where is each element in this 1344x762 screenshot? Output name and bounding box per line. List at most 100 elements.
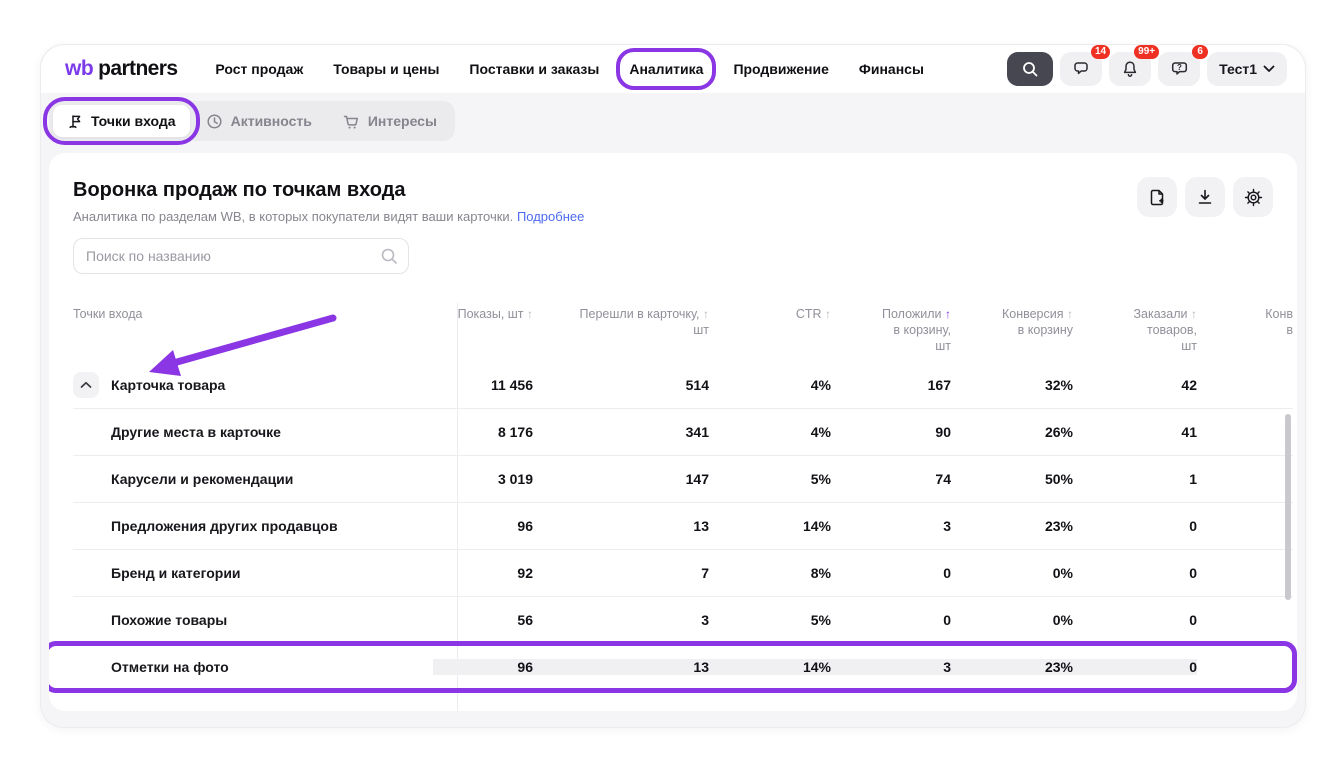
nav-item-promotion[interactable]: Продвижение	[733, 55, 828, 83]
main-nav: Рост продаж Товары и цены Поставки и зак…	[215, 55, 924, 83]
collapse-row-button[interactable]	[73, 372, 99, 398]
svg-text:?: ?	[1177, 63, 1182, 72]
nav-item-finance[interactable]: Финансы	[859, 55, 924, 83]
cell-views: 3 019	[433, 471, 533, 487]
row-name: Карточка товара	[111, 377, 225, 393]
tab-activity[interactable]: Активность	[192, 105, 326, 137]
cell-ctr: 8%	[709, 565, 831, 581]
col-header-views[interactable]: Показы, шт ↑	[433, 304, 533, 322]
search-icon	[1021, 60, 1039, 78]
nav-item-sales-growth[interactable]: Рост продаж	[215, 55, 303, 83]
content-card: Воронка продаж по точкам входа Аналитика…	[49, 153, 1297, 711]
search-button[interactable]	[1007, 52, 1053, 86]
more-link[interactable]: Подробнее	[517, 209, 584, 224]
row-name: Отметки на фото	[73, 659, 433, 675]
col-header-cart-conversion[interactable]: Конверсия ↑ в корзину	[951, 304, 1073, 338]
table-row-brand-categories[interactable]: Бренд и категории 92 7 8% 0 0% 0	[73, 550, 1293, 597]
cell-card-opens: 341	[533, 424, 709, 440]
search-input[interactable]	[73, 238, 409, 274]
create-report-button[interactable]	[1137, 177, 1177, 217]
cell-cart-adds: 167	[831, 377, 951, 393]
tab-interests[interactable]: Интересы	[328, 105, 451, 137]
tab-entry-points[interactable]: Точки входа	[53, 105, 190, 137]
col-header-order-conversion-clipped[interactable]: Конв в	[1197, 304, 1293, 338]
search-box	[73, 238, 409, 274]
cell-ordered: 0	[1073, 518, 1197, 534]
cell-cart-adds: 90	[831, 424, 951, 440]
cell-views: 56	[433, 612, 533, 628]
cell-ordered: 42	[1073, 377, 1197, 393]
cell-views: 96	[433, 659, 533, 675]
cell-card-opens: 13	[533, 659, 709, 675]
row-name: Карусели и рекомендации	[73, 471, 433, 487]
cell-ordered: 0	[1073, 612, 1197, 628]
card-toolbar	[1137, 177, 1273, 217]
cell-cart-adds: 74	[831, 471, 951, 487]
table-row-other-sellers[interactable]: Предложения других продавцов 96 13 14% 3…	[73, 503, 1293, 550]
col-header-ordered[interactable]: Заказали ↑ товаров, шт	[1073, 304, 1197, 354]
cell-card-opens: 3	[533, 612, 709, 628]
col-header-card-opens[interactable]: Перешли в карточку, ↑ шт	[533, 304, 709, 338]
cell-ctr: 4%	[709, 377, 831, 393]
nav-item-goods-prices[interactable]: Товары и цены	[333, 55, 439, 83]
table-header: Точки входа Показы, шт ↑ Перешли в карто…	[73, 304, 1293, 362]
brand-logo-partners: partners	[98, 57, 177, 81]
section-tabs: Точки входа Активность	[49, 101, 455, 141]
chevron-down-icon	[1263, 65, 1275, 73]
table-row-similar-goods[interactable]: Похожие товары 56 3 5% 0 0% 0	[73, 597, 1293, 644]
brand-logo[interactable]: wb partners	[65, 57, 177, 81]
help-button[interactable]: ? 6	[1158, 52, 1200, 86]
table-row-photo-tags[interactable]: Отметки на фото 96 13 14% 3 23% 0	[73, 644, 1293, 691]
settings-button[interactable]	[1233, 177, 1273, 217]
chevron-up-icon	[80, 381, 92, 389]
download-button[interactable]	[1185, 177, 1225, 217]
entry-points-icon	[67, 113, 83, 130]
account-menu[interactable]: Тест1	[1207, 52, 1287, 86]
download-icon	[1196, 188, 1214, 206]
row-name: Бренд и категории	[73, 565, 433, 581]
table-row-product-card[interactable]: Карточка товара 11 456 514 4% 167 32% 42	[73, 362, 1293, 409]
col-header-ctr[interactable]: CTR ↑	[709, 304, 831, 322]
cell-ordered: 0	[1073, 659, 1197, 675]
nav-item-supplies-orders[interactable]: Поставки и заказы	[469, 55, 599, 83]
cell-ctr: 14%	[709, 659, 831, 675]
cell-cart-conversion: 32%	[951, 377, 1073, 393]
clock-icon	[206, 113, 223, 130]
notifications-button[interactable]: 99+	[1109, 52, 1151, 86]
bell-icon	[1121, 60, 1139, 79]
col-header-entry-points[interactable]: Точки входа	[73, 304, 433, 322]
app-window: wb partners Рост продаж Товары и цены По…	[40, 44, 1306, 728]
cell-views: 96	[433, 518, 533, 534]
cell-cart-adds: 0	[831, 612, 951, 628]
cell-cart-conversion: 23%	[951, 659, 1073, 675]
page-title: Воронка продаж по точкам входа	[73, 179, 1273, 202]
topbar-actions: 14 99+ ?	[1007, 52, 1287, 86]
cell-card-opens: 147	[533, 471, 709, 487]
col-header-cart-adds[interactable]: Положили ↑ в корзину, шт	[831, 304, 951, 354]
entry-points-table: Точки входа Показы, шт ↑ Перешли в карто…	[73, 304, 1293, 691]
table-row-carousels[interactable]: Карусели и рекомендации 3 019 147 5% 74 …	[73, 456, 1293, 503]
cell-ordered: 41	[1073, 424, 1197, 440]
page-subtitle: Аналитика по разделам WB, в которых поку…	[73, 209, 1273, 224]
magnifier-icon	[379, 246, 399, 266]
table-vertical-scrollbar[interactable]	[1285, 414, 1291, 600]
cell-views: 11 456	[433, 377, 533, 393]
cell-cart-adds: 3	[831, 518, 951, 534]
cell-views: 8 176	[433, 424, 533, 440]
nav-item-analytics[interactable]: Аналитика	[629, 55, 703, 83]
cell-card-opens: 514	[533, 377, 709, 393]
chat-button[interactable]: 14	[1060, 52, 1102, 86]
cell-ctr: 4%	[709, 424, 831, 440]
row-name: Похожие товары	[73, 612, 433, 628]
cell-cart-conversion: 23%	[951, 518, 1073, 534]
brand-logo-wb: wb	[65, 57, 93, 81]
row-name: Другие места в карточке	[73, 424, 433, 440]
gear-icon	[1244, 188, 1263, 207]
cell-cart-conversion: 50%	[951, 471, 1073, 487]
table-row-other-places[interactable]: Другие места в карточке 8 176 341 4% 90 …	[73, 409, 1293, 456]
cell-views: 92	[433, 565, 533, 581]
cell-ctr: 5%	[709, 612, 831, 628]
chat-badge: 14	[1091, 45, 1110, 59]
cell-cart-conversion: 26%	[951, 424, 1073, 440]
cell-ctr: 5%	[709, 471, 831, 487]
